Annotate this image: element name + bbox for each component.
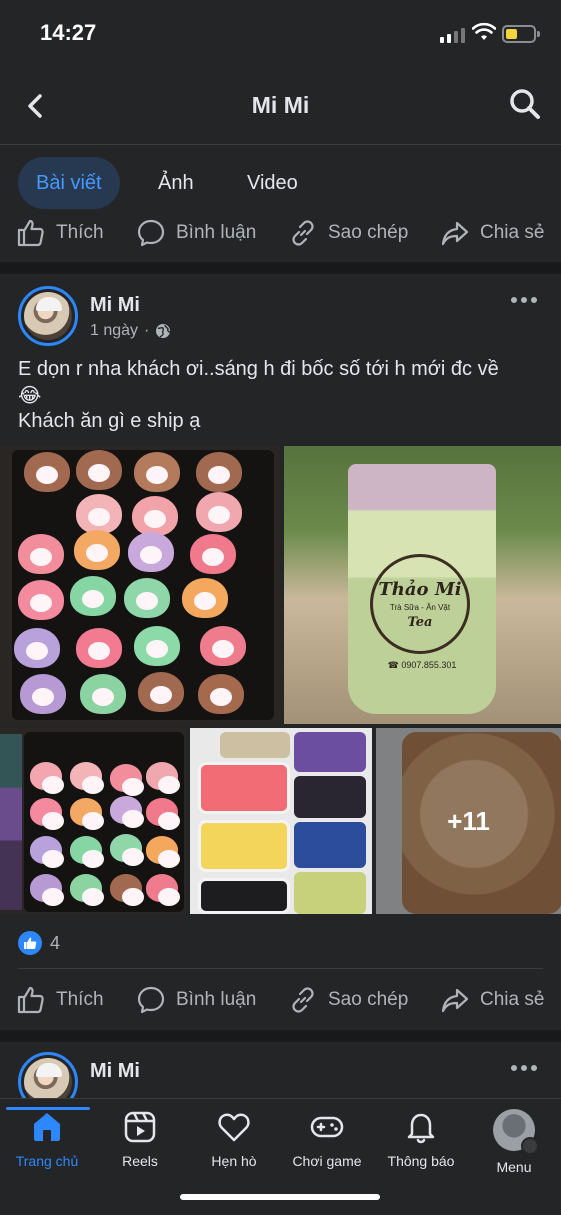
nav-reels[interactable]: Reels — [93, 1109, 187, 1169]
shop-logo: Thảo Mi Trà Sữa - Ăn Vặt Tea — [370, 554, 470, 654]
link-icon — [292, 220, 314, 246]
post-photo-4[interactable] — [190, 728, 372, 914]
bell-icon — [407, 1113, 435, 1144]
comment-button[interactable]: Bình luận — [136, 972, 256, 1028]
comment-icon — [137, 986, 165, 1014]
battery-icon — [502, 25, 540, 43]
author-avatar[interactable] — [18, 1052, 78, 1098]
meta-dot: · — [144, 322, 150, 339]
post-meta: 1 ngày · — [90, 322, 171, 340]
nav-home[interactable]: Trang chủ — [0, 1107, 94, 1169]
feed-separator — [0, 262, 561, 274]
share-label: Chia sẻ — [480, 989, 545, 1010]
divider — [18, 968, 543, 969]
nav-label: Chơi game — [292, 1153, 362, 1169]
tab-videos[interactable]: Video — [247, 157, 298, 209]
copy-link-button[interactable]: Sao chép — [288, 205, 408, 261]
author-avatar[interactable] — [18, 286, 78, 346]
like-label: Thích — [56, 222, 104, 243]
post-actions-top: Thích Bình luận Sao chép Chia sẻ — [0, 205, 561, 261]
cup-subtitle: Trà Sữa - Ăn Vặt — [389, 603, 451, 612]
status-time: 14:27 — [40, 20, 97, 45]
like-button[interactable]: Thích — [16, 205, 104, 261]
tab-photos[interactable]: Ảnh — [158, 157, 194, 209]
home-icon — [34, 1113, 60, 1141]
nav-label: Hẹn hò — [211, 1153, 257, 1169]
thumbs-up-icon — [17, 219, 44, 247]
post-photo-2[interactable]: Thảo Mi Trà Sữa - Ăn Vặt Tea ☎ 0907.855.… — [284, 446, 561, 724]
cup-phone: ☎ 0907.855.301 — [387, 660, 457, 670]
post-photo-1[interactable] — [0, 446, 280, 724]
comment-label: Bình luận — [176, 222, 257, 243]
page-title: Mi Mi — [251, 92, 310, 118]
search-icon — [510, 89, 540, 119]
post-header: Mi Mi 1 ngày · — [0, 284, 561, 364]
like-reaction-icon — [18, 931, 42, 955]
post-text-line-2: Khách ăn gì e ship ạ — [18, 410, 201, 432]
post-actions: Thích Bình luận Sao chép Chia sẻ — [0, 972, 561, 1028]
active-tab-indicator — [6, 1107, 90, 1110]
share-icon — [441, 221, 469, 246]
gamepad-icon — [310, 1116, 344, 1138]
share-label: Chia sẻ — [480, 222, 545, 243]
like-button[interactable]: Thích — [16, 972, 104, 1028]
nav-dating[interactable]: Hẹn hò — [187, 1109, 281, 1169]
nav-label: Menu — [496, 1159, 532, 1175]
page-header: Mi Mi — [0, 70, 561, 144]
post-time: 1 ngày — [90, 322, 139, 339]
share-icon — [441, 988, 469, 1013]
copy-label: Sao chép — [328, 222, 409, 243]
feed-separator — [0, 1030, 561, 1042]
nav-notifications[interactable]: Thông báo — [374, 1109, 468, 1169]
cup-tea: Tea — [407, 615, 433, 630]
reels-icon — [124, 1111, 156, 1143]
post-author-name[interactable]: Mi Mi — [90, 294, 140, 317]
copy-link-button[interactable]: Sao chép — [288, 972, 408, 1028]
milk-tea-cup: Thảo Mi Trà Sữa - Ăn Vặt Tea ☎ 0907.855.… — [348, 464, 496, 714]
reaction-summary[interactable]: 4 — [18, 930, 60, 956]
comment-button[interactable]: Bình luận — [136, 205, 256, 261]
post-text: E dọn r nha khách ơi..sáng h đi bốc số t… — [18, 356, 548, 434]
more-photos-overlay[interactable]: +11 — [376, 728, 561, 914]
post-author-name[interactable]: Mi Mi — [90, 1060, 140, 1083]
thumbs-up-icon — [17, 986, 44, 1014]
post-emoji: 😂 — [18, 383, 42, 407]
share-button[interactable]: Chia sẻ — [440, 205, 544, 261]
post-photo-5[interactable]: +11 — [376, 728, 561, 914]
nav-label: Trang chủ — [15, 1153, 79, 1169]
post-photo-3[interactable] — [0, 728, 186, 914]
post-more-button[interactable] — [511, 297, 541, 309]
like-label: Thích — [56, 989, 104, 1010]
nav-label: Reels — [122, 1153, 158, 1169]
link-icon — [292, 987, 314, 1013]
search-button[interactable] — [507, 86, 543, 122]
post-header-2: Mi Mi — [0, 1050, 561, 1098]
heart-icon — [218, 1113, 250, 1142]
profile-avatar-icon — [493, 1109, 539, 1155]
reaction-count: 4 — [50, 932, 61, 953]
comment-icon — [137, 219, 165, 247]
nav-label: Thông báo — [387, 1153, 455, 1169]
globe-icon — [156, 324, 171, 338]
comment-label: Bình luận — [176, 989, 257, 1010]
tab-posts[interactable]: Bài viết — [18, 157, 120, 209]
nav-gaming[interactable]: Chơi game — [280, 1109, 374, 1169]
cup-brand: Thảo Mi — [378, 579, 462, 600]
wifi-icon — [472, 22, 496, 40]
post-text-line-1: E dọn r nha khách ơi..sáng h đi bốc số t… — [18, 358, 499, 380]
cellular-signal-icon — [440, 26, 466, 43]
post-more-button[interactable] — [511, 1065, 541, 1077]
copy-label: Sao chép — [328, 989, 409, 1010]
share-button[interactable]: Chia sẻ — [440, 972, 544, 1028]
home-indicator — [180, 1194, 380, 1200]
status-bar: 14:27 — [0, 0, 561, 70]
nav-menu[interactable]: Menu — [467, 1109, 561, 1175]
